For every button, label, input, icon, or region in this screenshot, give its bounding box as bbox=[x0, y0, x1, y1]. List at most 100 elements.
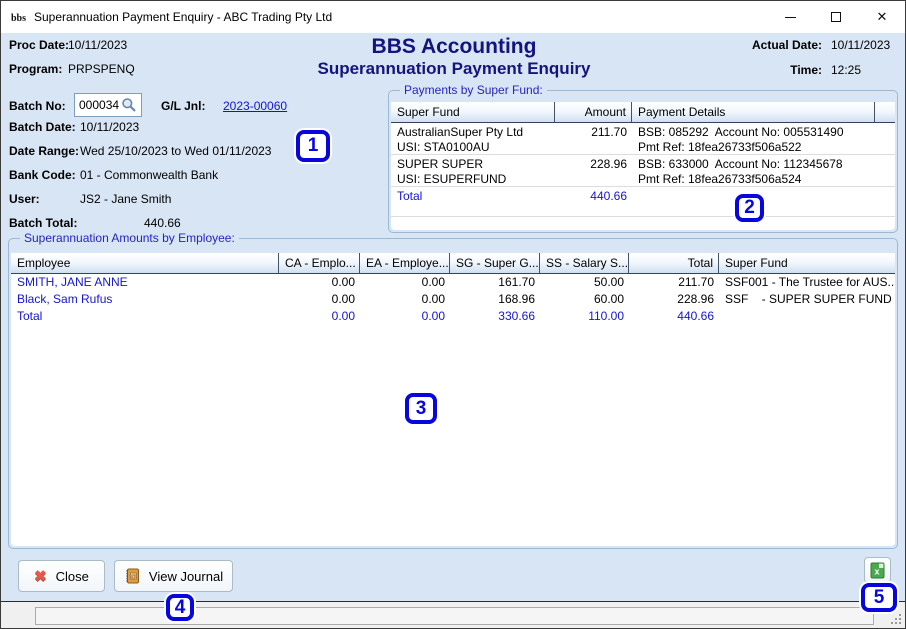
resize-grip-icon[interactable] bbox=[890, 613, 902, 625]
proc-date-value: 10/11/2023 bbox=[68, 38, 127, 52]
close-button-label: Close bbox=[56, 569, 89, 584]
time-label: Time: bbox=[790, 63, 822, 77]
employee-total: 228.96 bbox=[629, 291, 719, 308]
batch-total-value: 440.66 bbox=[144, 216, 181, 230]
employees-group-label: Superannuation Amounts by Employee: bbox=[20, 231, 239, 246]
employee-fund: SSF - SUPER SUPER FUND bbox=[719, 291, 895, 308]
column-header-ca[interactable]: CA - Emplo... bbox=[279, 253, 360, 273]
column-header-employee[interactable]: Employee bbox=[11, 253, 279, 273]
payment-amount: 211.70 bbox=[555, 123, 632, 154]
view-journal-button[interactable]: @ View Journal bbox=[114, 560, 233, 592]
column-header-ea[interactable]: EA - Employe... bbox=[360, 253, 450, 273]
payments-total-value: 440.66 bbox=[555, 187, 632, 216]
maximize-icon bbox=[831, 12, 841, 22]
journal-icon: @ bbox=[124, 568, 140, 584]
employee-name: Black, Sam Rufus bbox=[11, 291, 279, 308]
column-header-super-fund[interactable]: Super Fund bbox=[719, 253, 895, 273]
gl-jnl-link[interactable]: 2023-00060 bbox=[223, 99, 287, 113]
actual-date-label: Actual Date: bbox=[752, 38, 822, 52]
batch-total-label: Batch Total: bbox=[9, 216, 77, 230]
batch-no-label: Batch No: bbox=[9, 99, 66, 113]
bank-code-value: 01 - Commonwealth Bank bbox=[80, 168, 218, 182]
program-label: Program: bbox=[9, 62, 62, 76]
payments-table: Super Fund Amount Payment Details Austra… bbox=[391, 102, 895, 230]
payment-detail-bsb: BSB: 633000 Account No: 112345678 bbox=[638, 157, 843, 171]
employees-total-ca: 0.00 bbox=[279, 308, 360, 325]
employees-total-total: 440.66 bbox=[629, 308, 719, 325]
payments-total-label: Total bbox=[391, 187, 555, 216]
employee-sg: 161.70 bbox=[450, 274, 540, 291]
batch-no-field bbox=[74, 93, 142, 117]
batch-date-label: Batch Date: bbox=[9, 120, 76, 134]
main-content: Proc Date: 10/11/2023 Program: PRPSPENQ … bbox=[1, 33, 905, 602]
column-header-sg[interactable]: SG - Super G... bbox=[450, 253, 540, 273]
employees-table: Employee CA - Emplo... EA - Employe... S… bbox=[11, 253, 895, 546]
payment-detail-ref: Pmt Ref: 18fea26733f506a522 bbox=[638, 140, 801, 154]
date-range-value: Wed 25/10/2023 to Wed 01/11/2023 bbox=[80, 144, 271, 158]
gl-jnl-label: G/L Jnl: bbox=[161, 99, 205, 113]
close-x-icon: ✖ bbox=[34, 567, 47, 585]
employee-ca: 0.00 bbox=[279, 291, 360, 308]
status-message-area bbox=[35, 607, 874, 625]
payments-table-header: Super Fund Amount Payment Details bbox=[391, 102, 895, 123]
column-header-payment-details[interactable]: Payment Details bbox=[632, 102, 875, 122]
payments-row[interactable]: AustralianSuper Pty LtdUSI: STA0100AU 21… bbox=[391, 123, 895, 155]
minimize-button[interactable] bbox=[767, 1, 813, 33]
employee-ea: 0.00 bbox=[360, 291, 450, 308]
status-bar bbox=[1, 602, 905, 628]
employee-ss: 60.00 bbox=[540, 291, 629, 308]
payments-row[interactable]: SUPER SUPERUSI: ESUPERFUND 228.96 BSB: 6… bbox=[391, 155, 895, 187]
close-window-button[interactable]: ✕ bbox=[859, 1, 905, 33]
excel-icon: x bbox=[870, 562, 885, 579]
column-header-total[interactable]: Total bbox=[629, 253, 719, 273]
column-header-filler bbox=[875, 102, 895, 122]
employee-ss: 50.00 bbox=[540, 274, 629, 291]
date-range-label: Date Range: bbox=[9, 144, 79, 158]
search-icon[interactable] bbox=[121, 97, 137, 113]
payment-amount: 228.96 bbox=[555, 155, 632, 186]
employees-total-sg: 330.66 bbox=[450, 308, 540, 325]
batch-no-input[interactable] bbox=[75, 95, 121, 115]
svg-text:@: @ bbox=[131, 574, 137, 580]
header-right: Actual Date: 10/11/2023 Time: 12:25 bbox=[752, 38, 897, 88]
title-bar: bbs Superannuation Payment Enquiry - ABC… bbox=[1, 1, 905, 33]
employees-total-ss: 110.00 bbox=[540, 308, 629, 325]
actual-date-value: 10/11/2023 bbox=[831, 38, 897, 52]
app-window: bbs Superannuation Payment Enquiry - ABC… bbox=[0, 0, 906, 629]
column-header-amount[interactable]: Amount bbox=[555, 102, 632, 122]
maximize-button[interactable] bbox=[813, 1, 859, 33]
annotation-5: 5 bbox=[861, 583, 897, 612]
fund-name: AustralianSuper Pty Ltd bbox=[397, 125, 523, 139]
employees-groupbox: Superannuation Amounts by Employee: Empl… bbox=[8, 238, 898, 549]
column-header-super-fund[interactable]: Super Fund bbox=[391, 102, 555, 122]
bank-code-label: Bank Code: bbox=[9, 168, 76, 182]
program-value: PRPSPENQ bbox=[68, 62, 135, 76]
user-value: JS2 - Jane Smith bbox=[80, 192, 171, 206]
employee-name: SMITH, JANE ANNE bbox=[11, 274, 279, 291]
employee-fund: SSF001 - The Trustee for AUS... bbox=[719, 274, 895, 291]
close-button[interactable]: ✖ Close bbox=[18, 560, 105, 592]
employee-row[interactable]: SMITH, JANE ANNE 0.00 0.00 161.70 50.00 … bbox=[11, 274, 895, 291]
employee-total: 211.70 bbox=[629, 274, 719, 291]
annotation-3: 3 bbox=[405, 393, 437, 424]
svg-text:x: x bbox=[874, 566, 879, 576]
time-value: 12:25 bbox=[831, 63, 897, 77]
bbs-logo-icon: bbs bbox=[10, 8, 28, 26]
annotation-1: 1 bbox=[296, 130, 330, 162]
payment-detail-ref: Pmt Ref: 18fea26733f506a524 bbox=[638, 172, 801, 186]
minimize-icon bbox=[785, 17, 796, 18]
employee-row[interactable]: Black, Sam Rufus 0.00 0.00 168.96 60.00 … bbox=[11, 291, 895, 308]
batch-date-value: 10/11/2023 bbox=[80, 120, 139, 134]
svg-text:bbs: bbs bbox=[11, 13, 26, 24]
employees-total-row: Total 0.00 0.00 330.66 110.00 440.66 bbox=[11, 308, 895, 325]
payments-total-row: Total 440.66 bbox=[391, 187, 895, 217]
export-excel-button[interactable]: x bbox=[864, 557, 891, 583]
fund-name: SUPER SUPER bbox=[397, 157, 483, 171]
app-title: BBS Accounting bbox=[254, 35, 654, 59]
column-header-ss[interactable]: SS - Salary S... bbox=[540, 253, 629, 273]
employees-table-header: Employee CA - Emplo... EA - Employe... S… bbox=[11, 253, 895, 274]
window-controls: ✕ bbox=[767, 1, 905, 33]
employees-total-ea: 0.00 bbox=[360, 308, 450, 325]
view-journal-button-label: View Journal bbox=[149, 569, 223, 584]
payment-detail-bsb: BSB: 085292 Account No: 005531490 bbox=[638, 125, 844, 139]
